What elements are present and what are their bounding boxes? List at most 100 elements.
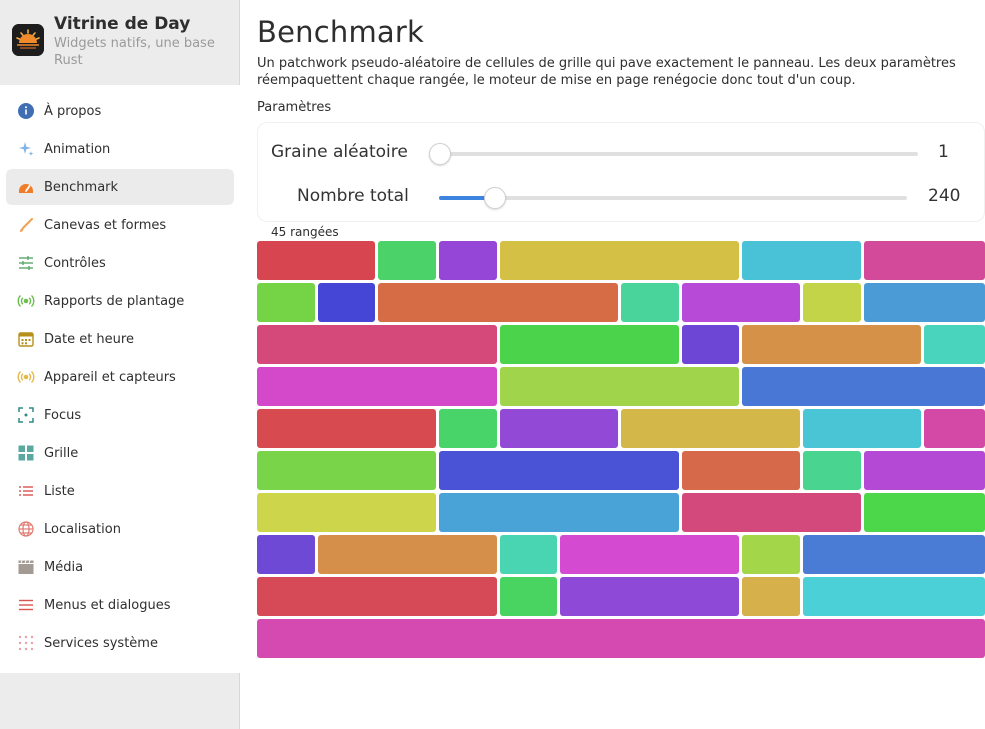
sidebar: Vitrine de Day Widgets natifs, une base …	[0, 0, 240, 729]
grid-cell	[257, 409, 436, 448]
sidebar-item-services-systeme[interactable]: Services système	[6, 625, 234, 661]
grid-cell	[500, 577, 557, 616]
app-title: Vitrine de Day	[54, 14, 191, 34]
sidebar-item-appareil-et-capteurs[interactable]: Appareil et capteurs	[6, 359, 234, 395]
grid-cell	[682, 493, 861, 532]
grid-cell	[560, 535, 739, 574]
sliders-icon	[16, 253, 36, 273]
sidebar-item-grille[interactable]: Grille	[6, 435, 234, 471]
sidebar-item-label: À propos	[44, 103, 102, 119]
clapper-icon	[16, 557, 36, 577]
grid-cell	[682, 325, 739, 364]
grid-cell	[742, 367, 985, 406]
grid-cell	[257, 451, 436, 490]
info-icon	[16, 101, 36, 121]
total-value: 240	[928, 186, 961, 206]
seed-slider-row: Graine aléatoire 1	[258, 138, 985, 168]
sparkle-icon	[16, 139, 36, 159]
grid-cell	[803, 409, 921, 448]
sidebar-item-focus[interactable]: Focus	[6, 397, 234, 433]
dots-grid-icon	[16, 633, 36, 653]
grid-cell	[257, 535, 315, 574]
grid-cell	[257, 367, 497, 406]
sidebar-item-label: Focus	[44, 407, 82, 423]
sidebar-item-menus-et-dialogues[interactable]: Menus et dialogues	[6, 587, 234, 623]
seed-label: Graine aléatoire	[271, 142, 408, 162]
seed-slider-thumb[interactable]	[429, 143, 451, 165]
grid-cell	[803, 535, 985, 574]
sidebar-item-a-propos[interactable]: À propos	[6, 93, 234, 129]
sidebar-item-media[interactable]: Média	[6, 549, 234, 585]
sidebar-item-benchmark[interactable]: Benchmark	[6, 169, 234, 205]
sidebar-item-label: Benchmark	[44, 179, 119, 195]
parameters-panel: Graine aléatoire 1 Nombre total 240	[257, 122, 985, 222]
sidebar-item-label: Services système	[44, 635, 158, 651]
grid-cell	[742, 325, 921, 364]
grid-cell	[500, 409, 618, 448]
grid-cell	[500, 535, 557, 574]
sidebar-nav: À propos Animation Benchmark Canevas et for…	[0, 85, 240, 673]
rows-count: 45 rangées	[271, 225, 339, 239]
grid-cell	[621, 409, 800, 448]
sidebar-item-rapports-de-plantage[interactable]: Rapports de plantage	[6, 283, 234, 319]
grid-cell	[378, 283, 618, 322]
sidebar-item-label: Localisation	[44, 521, 121, 537]
total-slider-thumb[interactable]	[484, 187, 507, 209]
grid-cell	[257, 493, 436, 532]
grid-cell	[742, 535, 800, 574]
grid-cell	[682, 451, 800, 490]
broadcast-icon	[16, 291, 36, 311]
grid-cell	[742, 577, 800, 616]
grid-cell	[257, 325, 497, 364]
grid-cell	[257, 619, 985, 658]
sidebar-item-localisation[interactable]: Localisation	[6, 511, 234, 547]
sun-logo-icon	[12, 24, 44, 56]
sidebar-item-label: Menus et dialogues	[44, 597, 171, 613]
grid-cell	[318, 535, 497, 574]
grid-cell	[560, 577, 739, 616]
sidebar-item-label: Canevas et formes	[44, 217, 167, 233]
grid-cell	[621, 283, 679, 322]
grid-icon	[16, 443, 36, 463]
sidebar-item-canevas-et-formes[interactable]: Canevas et formes	[6, 207, 234, 243]
sidebar-item-date-et-heure[interactable]: Date et heure	[6, 321, 234, 357]
grid-cell	[378, 241, 436, 280]
grid-cell	[257, 283, 315, 322]
brush-icon	[16, 215, 36, 235]
grid-cell	[500, 241, 739, 280]
grid-cell	[864, 241, 985, 280]
patchwork-grid	[257, 241, 985, 659]
grid-cell	[439, 409, 497, 448]
grid-cell	[257, 577, 497, 616]
sidebar-item-liste[interactable]: Liste	[6, 473, 234, 509]
grid-cell	[318, 283, 375, 322]
page-title: Benchmark	[257, 15, 424, 49]
total-slider-track[interactable]	[439, 196, 907, 200]
sidebar-item-controles[interactable]: Contrôles	[6, 245, 234, 281]
grid-cell	[864, 283, 985, 322]
grid-cell	[864, 493, 985, 532]
sidebar-item-label: Liste	[44, 483, 75, 499]
total-label: Nombre total	[297, 186, 409, 206]
speedometer-icon	[16, 177, 36, 197]
grid-cell	[803, 577, 985, 616]
total-slider-row: Nombre total 240	[258, 182, 985, 212]
seed-slider-track[interactable]	[440, 152, 918, 156]
grid-cell	[864, 451, 985, 490]
focus-icon	[16, 405, 36, 425]
grid-cell	[257, 241, 375, 280]
grid-cell	[500, 325, 679, 364]
list-icon	[16, 481, 36, 501]
sidebar-item-label: Rapports de plantage	[44, 293, 185, 309]
calendar-icon	[16, 329, 36, 349]
menu-icon	[16, 595, 36, 615]
grid-cell	[803, 283, 861, 322]
sidebar-item-label: Grille	[44, 445, 79, 461]
sidebar-item-animation[interactable]: Animation	[6, 131, 234, 167]
sidebar-item-label: Appareil et capteurs	[44, 369, 176, 385]
grid-cell	[439, 451, 679, 490]
section-title-parametres: Paramètres	[257, 100, 332, 115]
grid-cell	[742, 241, 861, 280]
seed-value: 1	[938, 142, 949, 162]
grid-cell	[439, 241, 497, 280]
